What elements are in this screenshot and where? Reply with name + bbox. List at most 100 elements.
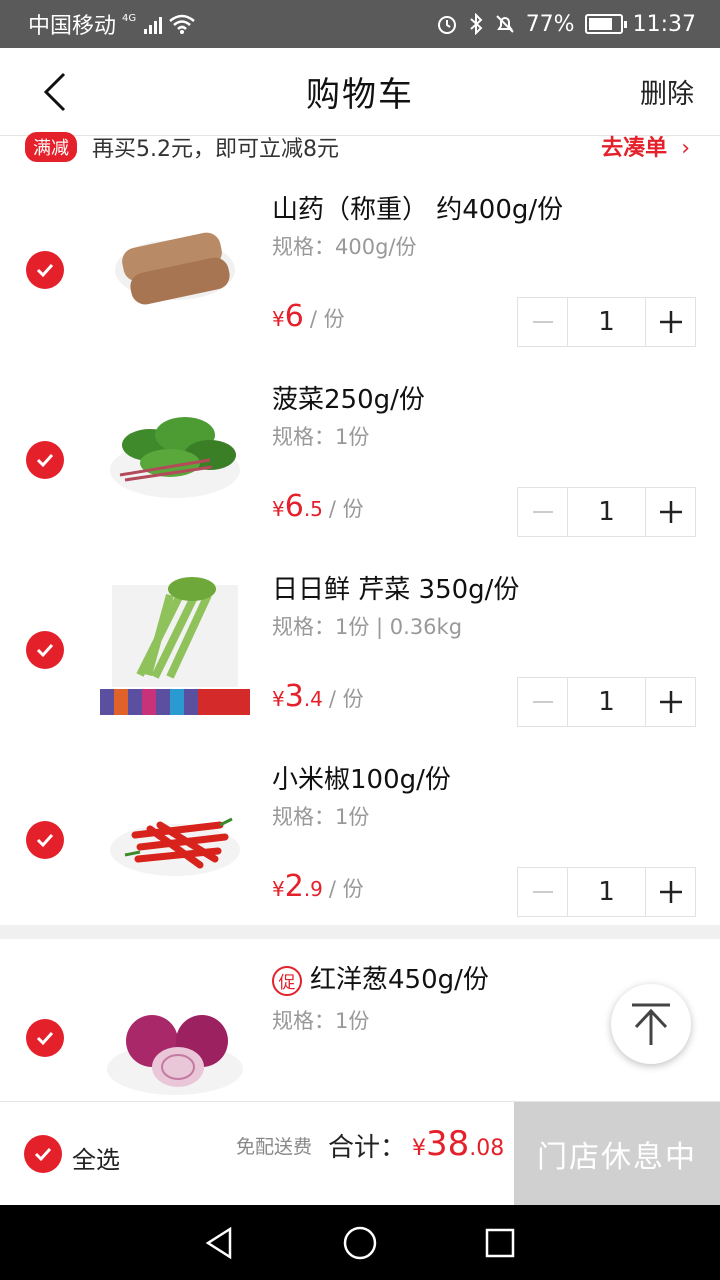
scroll-to-top-button[interactable] <box>611 984 691 1064</box>
system-nav-bar <box>0 1205 720 1280</box>
quantity-value[interactable]: 1 <box>567 868 646 916</box>
price-decimal: .5 <box>303 497 323 521</box>
product-image-spinach[interactable] <box>100 375 250 525</box>
network-type: 4G <box>122 13 137 24</box>
currency-symbol: ¥ <box>272 497 285 521</box>
quantity-value[interactable]: 1 <box>567 488 646 536</box>
decrease-button[interactable] <box>518 678 567 726</box>
product-name[interactable]: 山药（称重） 约400g/份 <box>272 189 563 226</box>
wifi-icon <box>169 14 195 34</box>
product-spec: 规格：1份 <box>272 805 370 829</box>
increase-button[interactable] <box>646 488 695 536</box>
select-all-checkbox[interactable] <box>24 1135 62 1173</box>
cart-list: 山药（称重） 约400g/份 规格：400g/份 ¥6/ 份 1 菠菜250g/… <box>0 165 720 1129</box>
alarm-icon <box>437 16 456 34</box>
plus-icon <box>659 691 682 713</box>
decrease-button[interactable] <box>518 488 567 536</box>
promo-tag-icon: 促 <box>272 965 302 996</box>
decrease-button[interactable] <box>518 298 567 346</box>
status-right: 77% 11:37 <box>436 12 696 37</box>
price-unit: / 份 <box>328 497 364 521</box>
price-decimal: .4 <box>303 687 323 711</box>
cart-item[interactable]: 小米椒100g/份 规格：1份 ¥2.9/ 份 1 <box>0 735 720 925</box>
carrier-group: 中国移动 4G <box>28 8 196 40</box>
plus-icon <box>659 311 682 333</box>
quantity-value[interactable]: 1 <box>567 298 646 346</box>
product-price: ¥2.9/ 份 <box>272 869 364 904</box>
quantity-value[interactable]: 1 <box>567 678 646 726</box>
promo-badge: 满减 <box>25 132 77 162</box>
price-integer: 3 <box>284 679 304 714</box>
check-icon <box>36 643 54 658</box>
mute-icon <box>495 15 514 33</box>
total-decimal: .08 <box>469 1136 505 1161</box>
plus-icon <box>659 881 682 903</box>
total-price: ¥38.08 <box>412 1124 504 1164</box>
app-header: 购物车 删除 <box>0 48 720 136</box>
product-name-text: 红洋葱450g/份 <box>310 965 489 995</box>
currency-symbol: ¥ <box>272 307 285 331</box>
product-image-chili[interactable] <box>100 755 250 905</box>
product-name[interactable]: 菠菜250g/份 <box>272 379 425 416</box>
product-name[interactable]: 促红洋葱450g/份 <box>272 959 489 996</box>
currency-symbol: ¥ <box>272 687 285 711</box>
product-name[interactable]: 日日鲜 芹菜 350g/份 <box>272 569 519 606</box>
product-spec: 规格：400g/份 <box>272 235 417 259</box>
delete-button[interactable]: 删除 <box>640 72 694 111</box>
product-spec: 规格：1份 <box>272 425 370 449</box>
page-title: 购物车 <box>306 75 414 115</box>
item-checkbox[interactable] <box>26 631 64 669</box>
price-unit: / 份 <box>309 307 345 331</box>
item-checkbox[interactable] <box>26 1019 64 1057</box>
cart-item[interactable]: 日日鲜 芹菜 350g/份 规格：1份 | 0.36kg ¥3.4/ 份 1 <box>0 545 720 735</box>
quantity-stepper: 1 <box>517 867 696 917</box>
item-checkbox[interactable] <box>26 821 64 859</box>
currency-symbol: ¥ <box>272 877 285 901</box>
total-integer: 38 <box>426 1124 470 1164</box>
price-decimal: .9 <box>303 877 323 901</box>
shipping-note: 免配送费 <box>236 1136 313 1158</box>
price-integer: 6 <box>284 299 304 334</box>
price-integer: 6 <box>284 489 304 524</box>
product-price: ¥6.5/ 份 <box>272 489 364 524</box>
checkout-bar: 全选 免配送费 合计： ¥38.08 门店休息中 <box>0 1101 720 1206</box>
increase-button[interactable] <box>646 868 695 916</box>
nav-back-icon[interactable] <box>200 1223 240 1263</box>
increase-button[interactable] <box>646 298 695 346</box>
currency-symbol: ¥ <box>412 1136 426 1161</box>
add-more-link[interactable]: 去凑单 › <box>601 130 690 162</box>
back-button[interactable] <box>36 70 76 114</box>
quantity-stepper: 1 <box>517 297 696 347</box>
price-unit: / 份 <box>328 877 364 901</box>
add-more-label: 去凑单 <box>601 136 668 161</box>
product-image-onion[interactable] <box>100 959 250 1109</box>
cart-item[interactable]: 菠菜250g/份 规格：1份 ¥6.5/ 份 1 <box>0 355 720 545</box>
cart-item[interactable]: 山药（称重） 约400g/份 规格：400g/份 ¥6/ 份 1 <box>0 165 720 355</box>
product-image-celery[interactable] <box>100 565 250 715</box>
product-price: ¥3.4/ 份 <box>272 679 364 714</box>
check-icon <box>34 1147 52 1162</box>
nav-recents-icon[interactable] <box>480 1223 520 1263</box>
promo-text: 再买5.2元，即可立减8元 <box>92 137 339 162</box>
product-name[interactable]: 小米椒100g/份 <box>272 759 451 796</box>
status-bar: 中国移动 4G 77% 11:37 <box>0 0 720 48</box>
price-integer: 2 <box>284 869 304 904</box>
total-label: 合计： <box>328 1133 407 1163</box>
decrease-button[interactable] <box>518 868 567 916</box>
item-checkbox[interactable] <box>26 251 64 289</box>
quantity-stepper: 1 <box>517 487 696 537</box>
carrier-name: 中国移动 <box>28 14 117 39</box>
battery-icon <box>584 14 627 34</box>
price-unit: / 份 <box>328 687 364 711</box>
increase-button[interactable] <box>646 678 695 726</box>
chevron-right-icon: › <box>681 136 690 161</box>
minus-icon <box>532 701 553 703</box>
select-all-label[interactable]: 全选 <box>72 1140 120 1175</box>
item-checkbox[interactable] <box>26 441 64 479</box>
promo-strip: 满减 再买5.2元，即可立减8元 去凑单 › <box>0 124 720 164</box>
nav-home-icon[interactable] <box>340 1223 380 1263</box>
minus-icon <box>532 511 553 513</box>
chevron-left-icon <box>43 72 66 112</box>
checkout-button[interactable]: 门店休息中 <box>514 1102 720 1206</box>
product-image-yam[interactable] <box>100 185 250 335</box>
